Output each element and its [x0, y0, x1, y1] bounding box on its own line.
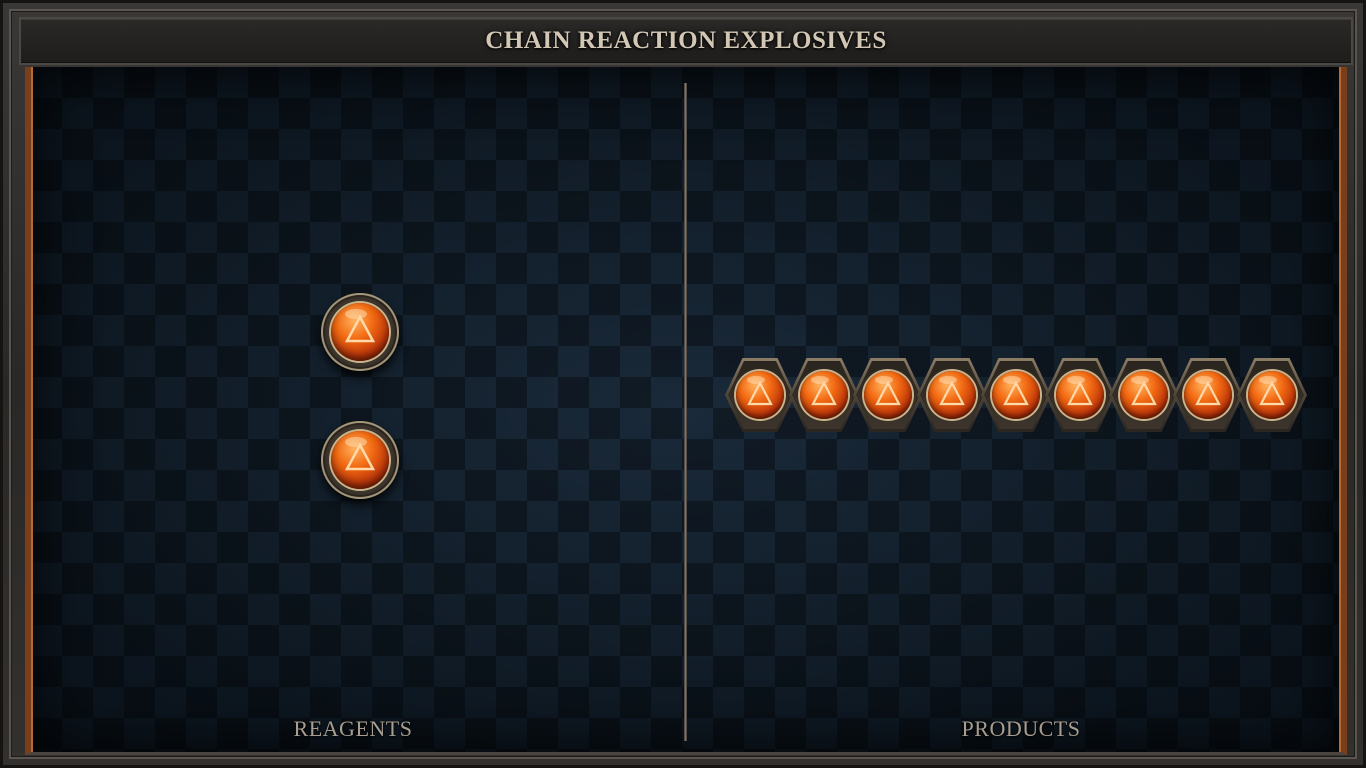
- product-gem[interactable]: [981, 358, 1051, 432]
- product-gem[interactable]: [1237, 358, 1307, 432]
- window-frame: CHAIN REACTION EXPLOSIVES REAGENTS PRODU…: [0, 0, 1366, 768]
- fire-element-icon: [1259, 380, 1285, 406]
- fire-element-icon: [1067, 380, 1093, 406]
- product-gem[interactable]: [853, 358, 923, 432]
- page-title: CHAIN REACTION EXPLOSIVES: [485, 27, 887, 54]
- fire-element-icon: [747, 380, 773, 406]
- fire-element-icon: [344, 314, 376, 343]
- product-gem[interactable]: [917, 358, 987, 432]
- fire-element-icon: [1195, 380, 1221, 406]
- fire-element-icon: [1131, 380, 1157, 406]
- fire-element-icon: [344, 442, 376, 471]
- panel-divider: [684, 83, 687, 741]
- reagent-gem[interactable]: [321, 293, 399, 371]
- product-gem[interactable]: [725, 358, 795, 432]
- title-bar: CHAIN REACTION EXPLOSIVES: [19, 17, 1353, 65]
- product-gem[interactable]: [789, 358, 859, 432]
- products-label: PRODUCTS: [961, 716, 1081, 741]
- product-gem[interactable]: [1173, 358, 1243, 432]
- product-gem[interactable]: [1109, 358, 1179, 432]
- fire-element-icon: [1003, 380, 1029, 406]
- fire-element-icon: [875, 380, 901, 406]
- reagents-label: REAGENTS: [293, 716, 413, 741]
- reagent-gem[interactable]: [321, 421, 399, 499]
- fire-element-icon: [811, 380, 837, 406]
- product-gem[interactable]: [1045, 358, 1115, 432]
- fire-element-icon: [939, 380, 965, 406]
